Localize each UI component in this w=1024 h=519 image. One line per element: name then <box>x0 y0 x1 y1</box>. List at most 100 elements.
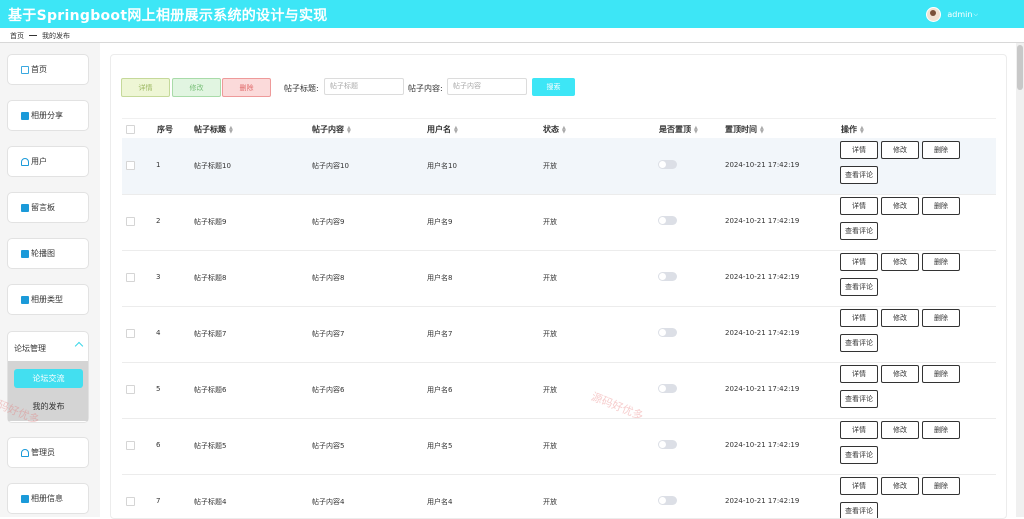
sidebar: 首页 相册分享 用户 留言板 轮播图 相册类型 论坛管理 论坛交流 我的发布 管… <box>0 43 100 517</box>
sort-icon[interactable]: ▲ ▼ <box>562 125 566 134</box>
cell-time: 2024-10-21 17:42:19 <box>725 273 800 281</box>
row-comments-button[interactable]: 查看评论 <box>840 334 878 352</box>
pin-toggle[interactable] <box>658 272 677 281</box>
row-checkbox[interactable] <box>126 385 135 394</box>
row-delete-button[interactable]: 删除 <box>922 309 960 327</box>
cell-status: 开放 <box>543 274 557 282</box>
col-status[interactable]: 状态 ▲ ▼ <box>543 124 566 135</box>
row-detail-button[interactable]: 详情 <box>840 421 878 439</box>
chevron-up-icon[interactable] <box>74 341 84 351</box>
sort-icon[interactable]: ▲ ▼ <box>694 125 698 134</box>
table-row[interactable]: 7 帖子标题4 帖子内容4 用户名4 开放 2024-10-21 17:42:1… <box>122 474 996 518</box>
sidebar-item-label: 相册分享 <box>31 111 63 120</box>
sidebar-item-user[interactable]: 用户 <box>7 146 89 177</box>
forum-group-label[interactable]: 论坛管理 <box>14 343 46 354</box>
row-checkbox[interactable] <box>126 217 135 226</box>
edit-button[interactable]: 修改 <box>172 78 221 97</box>
row-comments-button[interactable]: 查看评论 <box>840 446 878 464</box>
col-title[interactable]: 帖子标题 ▲ ▼ <box>194 124 233 135</box>
top-bar: 基于Springboot网上相册展示系统的设计与实现 admin ⌵ <box>0 0 1024 28</box>
cell-status: 开放 <box>543 218 557 226</box>
cell-content: 帖子内容8 <box>312 274 345 282</box>
sidebar-item-carousel[interactable]: 轮播图 <box>7 238 89 269</box>
row-detail-button[interactable]: 详情 <box>840 365 878 383</box>
row-checkbox[interactable] <box>126 329 135 338</box>
scrollbar-thumb[interactable] <box>1017 45 1023 90</box>
row-detail-button[interactable]: 详情 <box>840 253 878 271</box>
breadcrumb-home[interactable]: 首页 <box>10 31 24 41</box>
user-menu[interactable]: admin ⌵ <box>926 7 978 22</box>
sidebar-item-album-info[interactable]: 相册信息 <box>7 483 89 514</box>
row-comments-button[interactable]: 查看评论 <box>840 166 878 184</box>
cell-content: 帖子内容10 <box>312 162 349 170</box>
pin-toggle[interactable] <box>658 384 677 393</box>
row-detail-button[interactable]: 详情 <box>840 309 878 327</box>
sidebar-item-album-type[interactable]: 相册类型 <box>7 284 89 315</box>
row-edit-button[interactable]: 修改 <box>881 365 919 383</box>
row-delete-button[interactable]: 删除 <box>922 141 960 159</box>
row-delete-button[interactable]: 删除 <box>922 477 960 495</box>
row-checkbox[interactable] <box>126 273 135 282</box>
row-delete-button[interactable]: 删除 <box>922 421 960 439</box>
col-pin-time[interactable]: 置顶时间 ▲ ▼ <box>725 124 764 135</box>
row-edit-button[interactable]: 修改 <box>881 477 919 495</box>
sort-icon[interactable]: ▲ ▼ <box>229 125 233 134</box>
row-detail-button[interactable]: 详情 <box>840 197 878 215</box>
table-row[interactable]: 5 帖子标题6 帖子内容6 用户名6 开放 2024-10-21 17:42:1… <box>122 362 996 419</box>
content-search-label: 帖子内容: <box>408 84 443 93</box>
col-user[interactable]: 用户名 ▲ ▼ <box>427 124 458 135</box>
sidebar-item-home[interactable]: 首页 <box>7 54 89 85</box>
row-comments-button[interactable]: 查看评论 <box>840 278 878 296</box>
table-row[interactable]: 2 帖子标题9 帖子内容9 用户名9 开放 2024-10-21 17:42:1… <box>122 194 996 251</box>
sidebar-item-label: 轮播图 <box>31 249 55 258</box>
cell-user: 用户名7 <box>427 330 453 338</box>
row-comments-button[interactable]: 查看评论 <box>840 390 878 408</box>
row-checkbox[interactable] <box>126 497 135 506</box>
pin-toggle[interactable] <box>658 328 677 337</box>
table-row[interactable]: 4 帖子标题7 帖子内容7 用户名7 开放 2024-10-21 17:42:1… <box>122 306 996 363</box>
row-delete-button[interactable]: 删除 <box>922 197 960 215</box>
row-edit-button[interactable]: 修改 <box>881 421 919 439</box>
sidebar-item-admin[interactable]: 管理员 <box>7 437 89 468</box>
select-all-checkbox[interactable] <box>126 125 135 134</box>
row-checkbox[interactable] <box>126 161 135 170</box>
title-search-input[interactable]: 帖子标题 <box>324 78 404 95</box>
row-edit-button[interactable]: 修改 <box>881 141 919 159</box>
search-button[interactable]: 搜索 <box>532 78 575 96</box>
sort-icon[interactable]: ▲ ▼ <box>454 125 458 134</box>
row-delete-button[interactable]: 删除 <box>922 253 960 271</box>
row-comments-button[interactable]: 查看评论 <box>840 502 878 518</box>
row-delete-button[interactable]: 删除 <box>922 365 960 383</box>
pin-toggle[interactable] <box>658 440 677 449</box>
col-content[interactable]: 帖子内容 ▲ ▼ <box>312 124 351 135</box>
pin-toggle[interactable] <box>658 216 677 225</box>
row-edit-button[interactable]: 修改 <box>881 197 919 215</box>
cell-title: 帖子标题9 <box>194 218 227 226</box>
sidebar-item-message-board[interactable]: 留言板 <box>7 192 89 223</box>
page-scrollbar[interactable] <box>1016 43 1024 517</box>
row-detail-button[interactable]: 详情 <box>840 141 878 159</box>
sort-icon[interactable]: ▲ ▼ <box>860 125 864 134</box>
pin-toggle[interactable] <box>658 160 677 169</box>
sort-icon[interactable]: ▲ ▼ <box>760 125 764 134</box>
row-edit-button[interactable]: 修改 <box>881 253 919 271</box>
category-icon <box>21 295 29 304</box>
row-detail-button[interactable]: 详情 <box>840 477 878 495</box>
table-row[interactable]: 6 帖子标题5 帖子内容5 用户名5 开放 2024-10-21 17:42:1… <box>122 418 996 475</box>
col-pinned[interactable]: 是否置顶 ▲ ▼ <box>659 124 698 135</box>
content-search-input[interactable]: 帖子内容 <box>447 78 527 95</box>
row-comments-button[interactable]: 查看评论 <box>840 222 878 240</box>
sidebar-item-forum-exchange[interactable]: 论坛交流 <box>14 369 83 388</box>
row-checkbox[interactable] <box>126 441 135 450</box>
col-actions[interactable]: 操作 ▲ ▼ <box>841 124 864 135</box>
cell-content: 帖子内容4 <box>312 498 345 506</box>
table-row[interactable]: 1 帖子标题10 帖子内容10 用户名10 开放 2024-10-21 17:4… <box>122 138 996 195</box>
sidebar-item-label: 相册类型 <box>31 295 63 304</box>
table-row[interactable]: 3 帖子标题8 帖子内容8 用户名8 开放 2024-10-21 17:42:1… <box>122 250 996 307</box>
sidebar-item-album-share[interactable]: 相册分享 <box>7 100 89 131</box>
delete-button[interactable]: 删除 <box>222 78 271 97</box>
pin-toggle[interactable] <box>658 496 677 505</box>
detail-button[interactable]: 详情 <box>121 78 170 97</box>
sort-icon[interactable]: ▲ ▼ <box>347 125 351 134</box>
row-edit-button[interactable]: 修改 <box>881 309 919 327</box>
